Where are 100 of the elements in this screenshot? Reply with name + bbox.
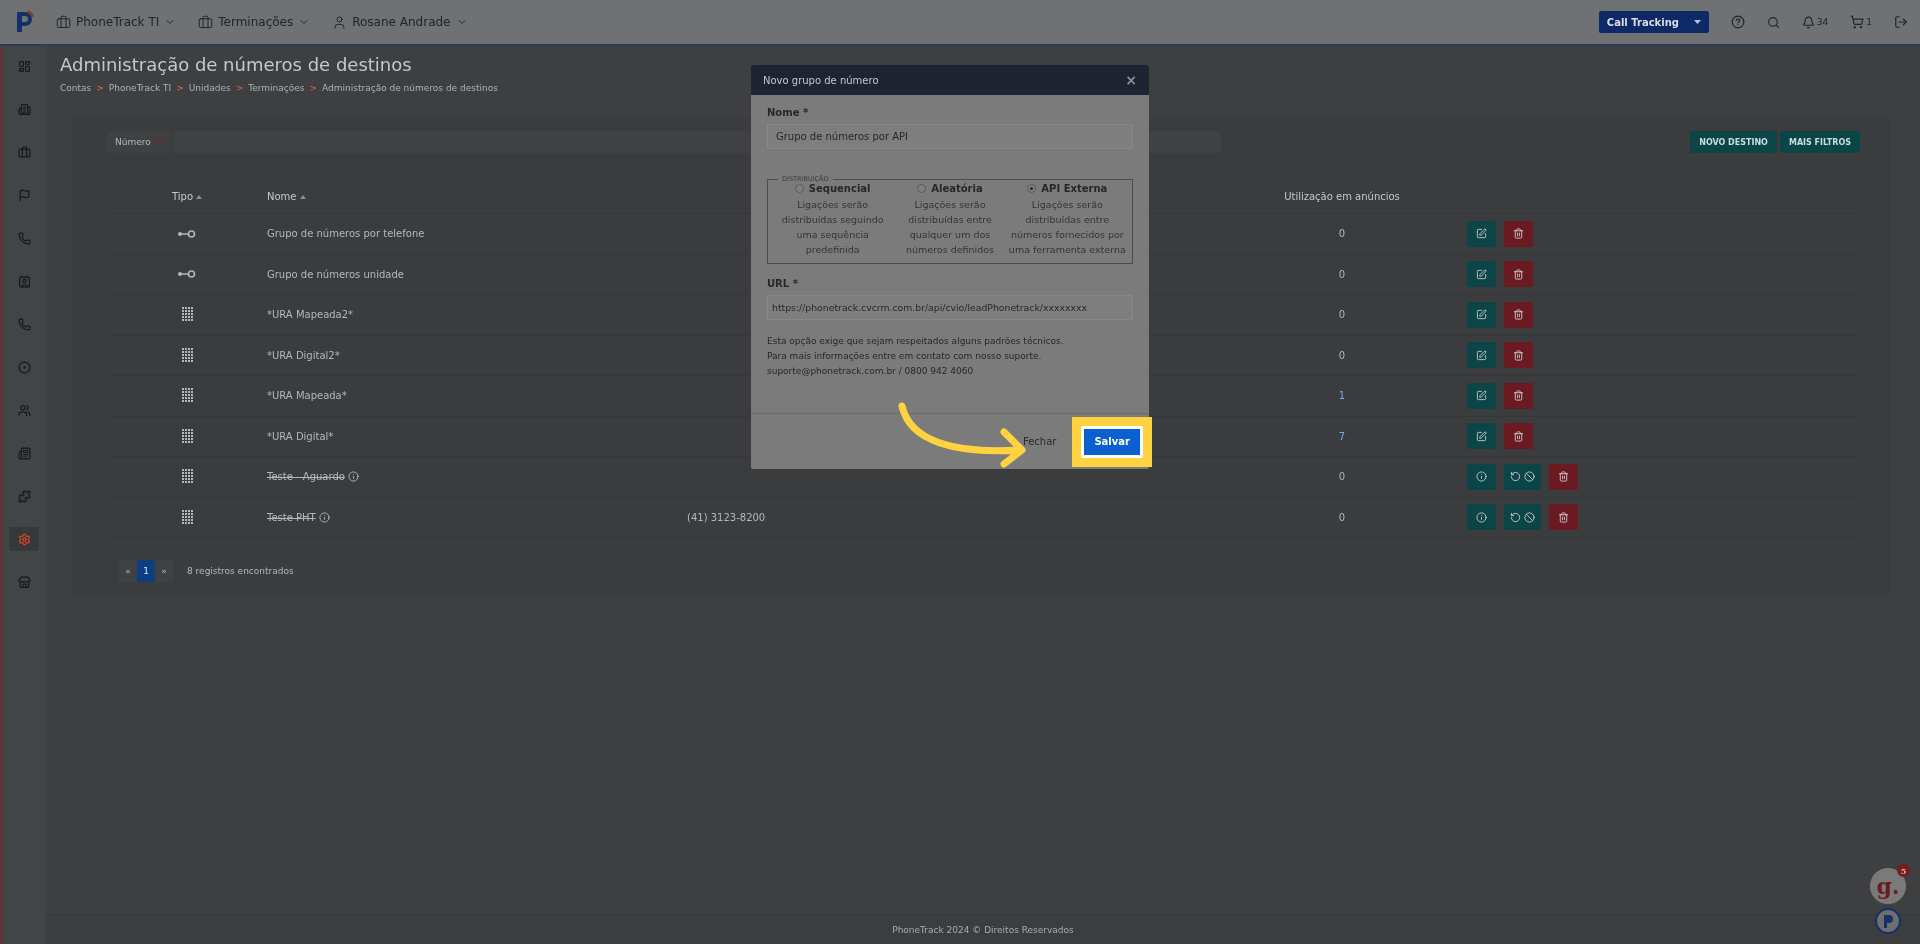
app-logo[interactable] xyxy=(14,10,34,34)
ban-icon xyxy=(1524,471,1535,483)
edit-button[interactable] xyxy=(1467,382,1496,409)
logout-button[interactable] xyxy=(1894,15,1908,29)
delete-button[interactable] xyxy=(1504,301,1533,328)
edit-icon xyxy=(1476,268,1487,280)
edit-icon xyxy=(1476,390,1487,402)
name-cell-text: Grupo de números por telefone xyxy=(267,228,426,240)
phone-cell-text: (41) 3123-8200 xyxy=(687,511,767,523)
info-icon xyxy=(318,511,330,523)
sort-caret-icon xyxy=(299,194,306,199)
breadcrumb-link[interactable]: Unidades xyxy=(188,83,231,93)
keypad-icon xyxy=(181,388,193,404)
delete-button[interactable] xyxy=(1504,261,1533,288)
restore-button[interactable] xyxy=(1504,463,1541,490)
breadcrumb-link[interactable]: PhoneTrack TI xyxy=(108,83,172,93)
logout-icon xyxy=(1894,15,1908,29)
name-cell-text: *URA Mapeada2* xyxy=(267,309,355,321)
info-button[interactable] xyxy=(1467,463,1496,490)
usage-link[interactable]: 7 xyxy=(1217,430,1467,442)
delete-button[interactable] xyxy=(1504,382,1533,409)
search-icon xyxy=(1766,15,1780,29)
option-description: Ligações serão distribuídas seguindo uma sequência predefinida xyxy=(780,198,885,257)
breadcrumb-link[interactable]: Contas xyxy=(60,83,92,93)
usage-cell-text: 0 xyxy=(1337,511,1347,523)
edit-button[interactable] xyxy=(1467,220,1496,247)
trash-icon xyxy=(1513,390,1524,402)
page-button[interactable]: 1 xyxy=(137,560,155,582)
radio-option[interactable]: Aleatória xyxy=(917,183,983,194)
notifications-button[interactable]: 34 xyxy=(1801,15,1829,29)
breadcrumb-separator: > xyxy=(309,83,318,93)
records-count: 8 registros encontrados xyxy=(187,566,294,576)
name-input[interactable]: Grupo de números por API xyxy=(767,124,1133,149)
product-select[interactable]: Call Tracking xyxy=(1598,11,1709,33)
restore-button[interactable] xyxy=(1504,504,1541,531)
delete-button[interactable] xyxy=(1549,504,1578,531)
radio-button[interactable] xyxy=(917,184,927,193)
trash-icon xyxy=(1513,228,1524,240)
radio-option[interactable]: Sequencial xyxy=(794,183,871,194)
help-button[interactable] xyxy=(1730,15,1745,29)
sort-caret-icon xyxy=(196,194,202,199)
sidebar-item[interactable] xyxy=(9,527,39,551)
name-cell: Teste - Aguardo xyxy=(267,471,687,483)
url-input[interactable]: https://phonetrack.cvcrm.com.br/api/cvio/leadPhonetrack/xxxxxxxx xyxy=(767,295,1133,320)
name-cell: Teste PHT xyxy=(267,511,687,523)
undo-icon xyxy=(1510,511,1521,523)
next-page-button[interactable]: » xyxy=(155,560,173,582)
breadcrumb-link[interactable]: Administração de números de destinos xyxy=(322,83,498,93)
action-button[interactable]: MAIS FILTROS xyxy=(1779,131,1860,153)
delete-button[interactable] xyxy=(1504,342,1533,369)
edit-button[interactable] xyxy=(1467,261,1496,288)
close-button[interactable]: Fechar xyxy=(1023,436,1057,447)
breadcrumb-link[interactable]: Terminações xyxy=(248,83,305,93)
column-header[interactable]: Utilização em anúncios xyxy=(1217,191,1467,202)
info-button[interactable] xyxy=(1467,504,1496,531)
radio-option[interactable]: API Externa xyxy=(1027,183,1108,194)
prev-page-button[interactable]: « xyxy=(119,560,137,582)
delete-button[interactable] xyxy=(1504,220,1533,247)
bell-icon xyxy=(1801,15,1815,29)
usage-link[interactable]: 1 xyxy=(1217,390,1467,402)
keypad-icon xyxy=(181,469,193,485)
action-button[interactable]: NOVO DESTINO xyxy=(1690,131,1777,153)
close-button[interactable]: × xyxy=(1125,72,1137,88)
trash-icon xyxy=(1513,268,1524,280)
column-header[interactable]: Nome xyxy=(267,191,687,202)
page-title: Administração de números de destinos xyxy=(60,54,413,75)
sidebar-icon xyxy=(17,274,31,288)
top-menu[interactable]: Rosane Andrade xyxy=(332,14,468,30)
trash-icon xyxy=(1513,349,1524,361)
top-menu[interactable]: PhoneTrack TI xyxy=(56,14,177,30)
delete-button[interactable] xyxy=(1504,423,1533,450)
search-button[interactable] xyxy=(1766,15,1780,29)
delete-button[interactable] xyxy=(1549,463,1578,490)
cart-button[interactable]: 1 xyxy=(1850,15,1872,29)
trash-icon xyxy=(1558,471,1569,483)
sidebar-icon xyxy=(17,403,31,417)
usage-cell-text: 0 xyxy=(1337,268,1347,280)
trash-icon xyxy=(1513,309,1524,321)
breadcrumb-separator: > xyxy=(96,83,104,93)
breadcrumb-separator: > xyxy=(176,83,184,93)
column-header[interactable]: Tipo xyxy=(107,191,267,202)
sidebar-icon xyxy=(17,575,31,589)
menu-icon xyxy=(198,14,214,30)
sidebar-icon xyxy=(17,532,31,546)
sidebar-icon xyxy=(17,446,31,460)
edit-button[interactable] xyxy=(1467,423,1496,450)
top-menu[interactable]: Terminações xyxy=(198,14,311,30)
field-label: Nome * xyxy=(767,107,810,118)
ban-icon xyxy=(1524,511,1535,523)
chat-logo-icon[interactable] xyxy=(1875,908,1901,934)
field-label: URL * xyxy=(767,278,799,289)
edit-button[interactable] xyxy=(1467,342,1496,369)
filter-select[interactable]: Número xyxy=(107,131,171,153)
radio-button[interactable] xyxy=(794,184,804,193)
keypad-icon xyxy=(181,428,193,444)
save-button[interactable]: Salvar xyxy=(1081,425,1143,458)
undo-icon xyxy=(1510,471,1521,483)
edit-button[interactable] xyxy=(1467,301,1496,328)
option-description: Ligações serão distribuídas entre números fornecidos por uma ferramenta externa xyxy=(1008,198,1126,257)
radio-button[interactable] xyxy=(1027,184,1037,193)
